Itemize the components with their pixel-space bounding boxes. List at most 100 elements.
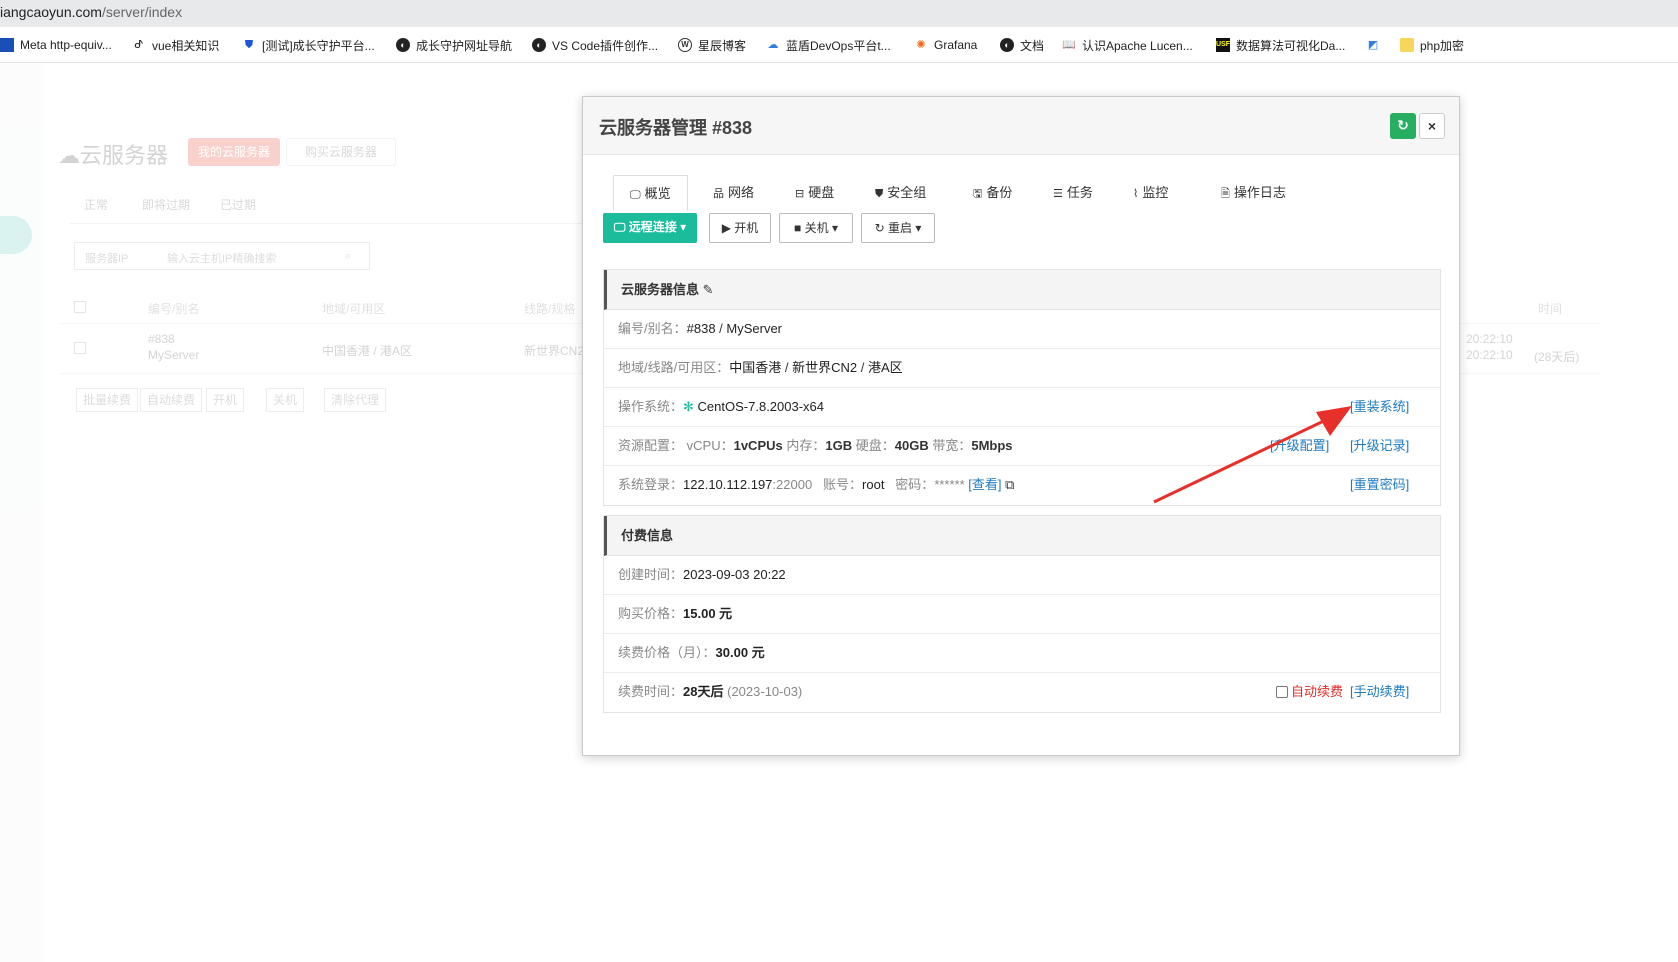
tab-backup[interactable]: 🖫 备份 (973, 175, 1012, 211)
row-time: 20:22:10 (1466, 332, 1513, 346)
page-title: ☁云服务器 (58, 143, 169, 168)
expire-date: (2023-10-03) (727, 684, 803, 699)
row-line: 新世界CN2 (524, 344, 585, 358)
bookmark-test-platform[interactable]: ⛊ [测试]成长守护平台... (242, 37, 375, 53)
tab-overview[interactable]: 🖵 概览 (613, 175, 688, 211)
dialog-title: 云服务器管理 #838 (599, 118, 753, 138)
bookmark-vue[interactable]: ᕷ vue相关知识 (132, 37, 219, 53)
login-row: 系统登录：122.10.112.197:22000 账号：root 密码：***… (604, 466, 1440, 505)
auto-renew-checkbox[interactable] (1276, 686, 1288, 698)
server-info-heading: 云服务器信息 ✎ (604, 270, 1440, 310)
search-input[interactable]: 输入云主机IP精确搜索 (167, 250, 276, 266)
restart-button[interactable]: ↻ 重启 ▾ (861, 213, 935, 243)
bookmark-unnamed[interactable]: ◩ (1366, 37, 1386, 53)
bookmark-php[interactable]: php加密 (1400, 37, 1464, 53)
row-alias: MyServer (148, 348, 200, 362)
bandwidth-value: 5Mbps (971, 438, 1013, 453)
region-row: 地域/线路/可用区：中国香港 / 新世界CN2 / 港A区 (604, 349, 1440, 388)
renew-price-row: 续费价格（月）：30.00 元 (604, 634, 1440, 673)
price-row: 购买价格：15.00 元 (604, 595, 1440, 634)
monitor-icon: 🖵 (613, 220, 629, 234)
billing-panel: 付费信息 创建时间：2023-09-03 20:22 购买价格：15.00 元 … (603, 515, 1441, 713)
server-id: #838 (686, 321, 716, 336)
row-id: #838 (148, 332, 175, 346)
auto-renew-toggle[interactable]: 自动续费 (1276, 673, 1343, 711)
my-servers-button[interactable]: 我的云服务器 (188, 138, 280, 166)
tab-operation-log[interactable]: 🗎 操作日志 (1221, 175, 1286, 211)
close-button[interactable]: × (1419, 113, 1445, 139)
bookmark-grafana[interactable]: ✺ Grafana (914, 37, 977, 53)
refresh-icon: ↻ (1397, 117, 1409, 133)
bookmark-nav[interactable]: ◐ 成长守护网址导航 (396, 37, 512, 53)
tab-tasks[interactable]: ☰ 任务 (1053, 175, 1093, 211)
upgrade-log-link[interactable]: [升级记录] (1350, 427, 1409, 465)
tab-security-group[interactable]: ⛊ 安全组 (875, 175, 926, 211)
ip-value: 122.10.112.197 (683, 477, 773, 492)
bookmark-blog[interactable]: W 星辰博客 (678, 37, 746, 53)
refresh-button[interactable]: ↻ (1390, 113, 1416, 139)
renew-price-value: 30.00 元 (715, 645, 765, 660)
monitor-icon: 🖵 (630, 189, 641, 201)
row-region: 中国香港 / 港A区 (322, 344, 413, 358)
manual-renew-link[interactable]: [手动续费] (1350, 673, 1409, 711)
billing-heading: 付费信息 (604, 516, 1440, 556)
dialog-tabs: 🖵 概览 品网络 ⊟ 硬盘 ⛊ 安全组 🖫 备份 ☰ 任务 ⌇ 监控 🗎 操作日志 (613, 175, 1429, 211)
auto-renew-button[interactable]: 自动续费 (140, 388, 203, 412)
tab-expiring[interactable]: 即将过期 (142, 196, 190, 213)
select-all-checkbox[interactable] (74, 301, 86, 313)
cloud-icon: ☁ (767, 39, 779, 51)
bookmark-icon: ◩ (1367, 39, 1379, 51)
page-icon (0, 38, 14, 52)
globe-icon: ◐ (1000, 38, 1014, 52)
bookmarks-bar: Meta http-equiv... ᕷ vue相关知识 ⛊ [测试]成长守护平台.… (0, 27, 1678, 63)
memory-value: 1GB (825, 438, 853, 453)
search-box[interactable]: 服务器IP 输入云主机IP精确搜索 ⌕ (74, 242, 370, 270)
bookmark-meta[interactable]: Meta http-equiv... (0, 37, 112, 53)
upgrade-config-link[interactable]: [升级配置] (1270, 427, 1329, 465)
tab-normal[interactable]: 正常 (84, 196, 108, 213)
sidebar (0, 64, 44, 962)
bookmark-algo[interactable]: USF 数据算法可视化Da... (1216, 37, 1345, 53)
centos-icon: ✻ (683, 399, 694, 414)
password-mask: ****** (934, 477, 965, 492)
tab-network[interactable]: 品网络 (713, 175, 754, 211)
tab-expired[interactable]: 已过期 (220, 196, 256, 213)
column-header: 时间 (1538, 302, 1563, 316)
bulk-renew-button[interactable]: 批量续费 (76, 388, 139, 412)
status-tabs: 正常 即将过期 已过期 (70, 186, 590, 224)
created-row: 创建时间：2023-09-03 20:22 (604, 556, 1440, 595)
disk-icon: ⊟ (795, 188, 805, 200)
shield-icon: ⛊ (244, 39, 254, 51)
power-off-button[interactable]: ■ 关机 ▾ (779, 213, 853, 243)
search-icon[interactable]: ⌕ (345, 250, 351, 263)
id-row: 编号/别名：#838 / MyServer (604, 310, 1440, 349)
edit-icon[interactable]: ✎ (703, 282, 714, 297)
copy-icon[interactable]: ⧉ (1005, 477, 1014, 492)
reinstall-system-link[interactable]: [重装系统] (1350, 388, 1409, 426)
search-type-select[interactable]: 服务器IP (85, 250, 128, 266)
account-value: root (862, 477, 885, 492)
row-checkbox[interactable] (74, 342, 86, 354)
reset-password-link[interactable]: [重置密码] (1350, 466, 1409, 504)
stop-icon: ■ (794, 221, 805, 235)
bookmark-devops[interactable]: ☁ 蓝盾DevOps平台t... (766, 37, 891, 53)
book-icon: 📖 (1062, 39, 1076, 51)
power-on-button[interactable]: 开机 (206, 388, 245, 412)
view-password-link[interactable]: [查看] (968, 477, 1001, 492)
clear-proxy-button[interactable]: 清除代理 (324, 388, 387, 412)
buy-server-button[interactable]: 购买云服务器 (286, 138, 396, 166)
address-bar[interactable]: iangcaoyun.com/server/index (0, 0, 1678, 27)
resource-row: 资源配置： vCPU：1vCPUs 内存：1GB 硬盘：40GB 带宽：5Mbp… (604, 427, 1440, 466)
power-off-button[interactable]: 关机 (266, 388, 305, 412)
tab-disk[interactable]: ⊟ 硬盘 (795, 175, 834, 211)
power-on-button[interactable]: ▶ 开机 (709, 213, 771, 243)
bookmark-lucene[interactable]: 📖 认识Apache Lucen... (1062, 37, 1193, 53)
expire-value: 28天后 (683, 684, 724, 699)
tab-monitor[interactable]: ⌇ 监控 (1133, 175, 1168, 211)
remote-connect-button[interactable]: 🖵 远程连接 ▾ (603, 213, 697, 243)
column-header: 地域/可用区 (322, 302, 386, 316)
row-time: 20:22:10 (1466, 348, 1513, 362)
os-value: CentOS-7.8.2003-x64 (697, 399, 825, 414)
bookmark-docs[interactable]: ◐ 文档 (1000, 37, 1044, 53)
bookmark-vscode[interactable]: ◐ VS Code插件创作... (532, 37, 658, 53)
